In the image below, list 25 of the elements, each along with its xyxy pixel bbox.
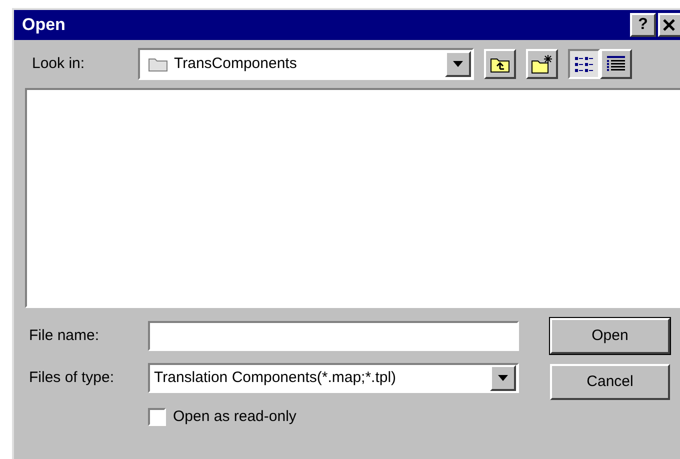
toolbar-button[interactable] bbox=[568, 49, 600, 79]
caret-down-icon bbox=[453, 61, 463, 67]
help-button[interactable]: ? bbox=[630, 13, 656, 37]
details-view-icon bbox=[606, 55, 626, 73]
folder-icon bbox=[148, 56, 168, 72]
look-in-label: Look in: bbox=[32, 54, 86, 74]
new-folder-icon bbox=[531, 54, 553, 74]
dropdown-arrow-button[interactable] bbox=[445, 51, 471, 77]
caret-down-icon bbox=[498, 375, 508, 381]
list-view-icon bbox=[574, 55, 594, 73]
file-name-field[interactable] bbox=[148, 321, 519, 351]
file-type-label: Files of type: bbox=[29, 368, 116, 388]
dialog-button[interactable]: Cancel bbox=[550, 364, 670, 400]
dialog-button[interactable]: Open bbox=[550, 318, 670, 354]
look-in-dropdown[interactable]: TransComponents bbox=[138, 48, 474, 80]
file-type-dropdown[interactable]: Translation Components(*.map;*.tpl) bbox=[148, 363, 519, 393]
window-title: Open bbox=[22, 14, 66, 36]
read-only-label: Open as read-only bbox=[173, 407, 296, 427]
close-button[interactable] bbox=[658, 13, 680, 37]
look-in-value: TransComponents bbox=[174, 54, 298, 74]
dropdown-arrow-button[interactable] bbox=[490, 365, 516, 391]
read-only-checkbox[interactable] bbox=[148, 408, 166, 426]
file-name-label: File name: bbox=[29, 326, 100, 346]
close-icon bbox=[663, 19, 675, 31]
file-type-value: Translation Components(*.map;*.tpl) bbox=[153, 368, 398, 388]
